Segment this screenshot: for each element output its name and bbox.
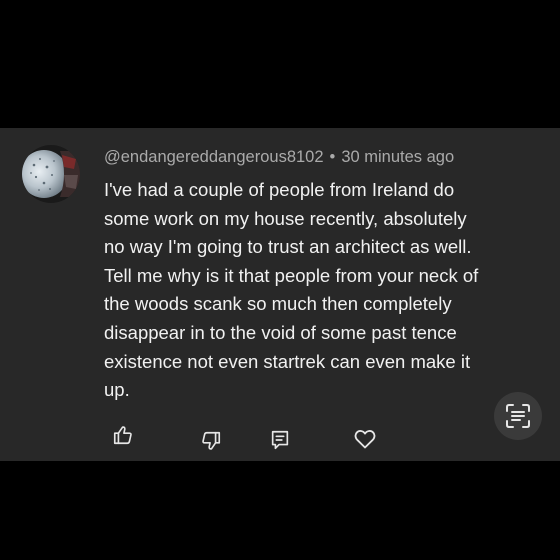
text-scan-button[interactable]	[494, 392, 542, 440]
heart-button[interactable]	[352, 426, 378, 452]
comment-text-line: the woods scank so much then completely	[104, 293, 452, 315]
comment-meta: @endangereddangerous8102 • 30 minutes ago	[104, 147, 454, 167]
comment-text-line: I've had a couple of people from Ireland…	[104, 179, 455, 200]
comment-text-line: existence not even startrek can even mak…	[104, 350, 471, 372]
avatar-image	[22, 145, 80, 203]
avatar[interactable]	[22, 145, 80, 203]
comment-text-line: Tell me why is it that people from your …	[104, 264, 479, 286]
like-button[interactable]	[110, 422, 136, 448]
text-scan-icon	[506, 404, 530, 428]
heart-icon	[354, 430, 376, 449]
comment-text-line: no way I'm going to trust an architect a…	[104, 236, 472, 258]
comment-author[interactable]: @endangereddangerous8102	[104, 148, 324, 166]
reply-button[interactable]	[267, 427, 293, 453]
comment-text-line: up.	[104, 379, 130, 401]
thumbs-down-icon	[202, 431, 221, 450]
meta-separator: •	[329, 148, 336, 166]
comment-text: I've had a couple of people from Ireland…	[104, 176, 529, 405]
dislike-button[interactable]	[198, 428, 224, 454]
comment-text-line: disappear in to the void of some past te…	[104, 321, 457, 343]
comment-text-line: some work on my house recently, absolute…	[104, 207, 467, 229]
reply-icon	[271, 430, 289, 450]
thumbs-up-icon	[113, 426, 132, 445]
comment-card: @endangereddangerous8102 • 30 minutes ago …	[0, 128, 560, 461]
comment-time: 30 minutes ago	[341, 148, 455, 166]
